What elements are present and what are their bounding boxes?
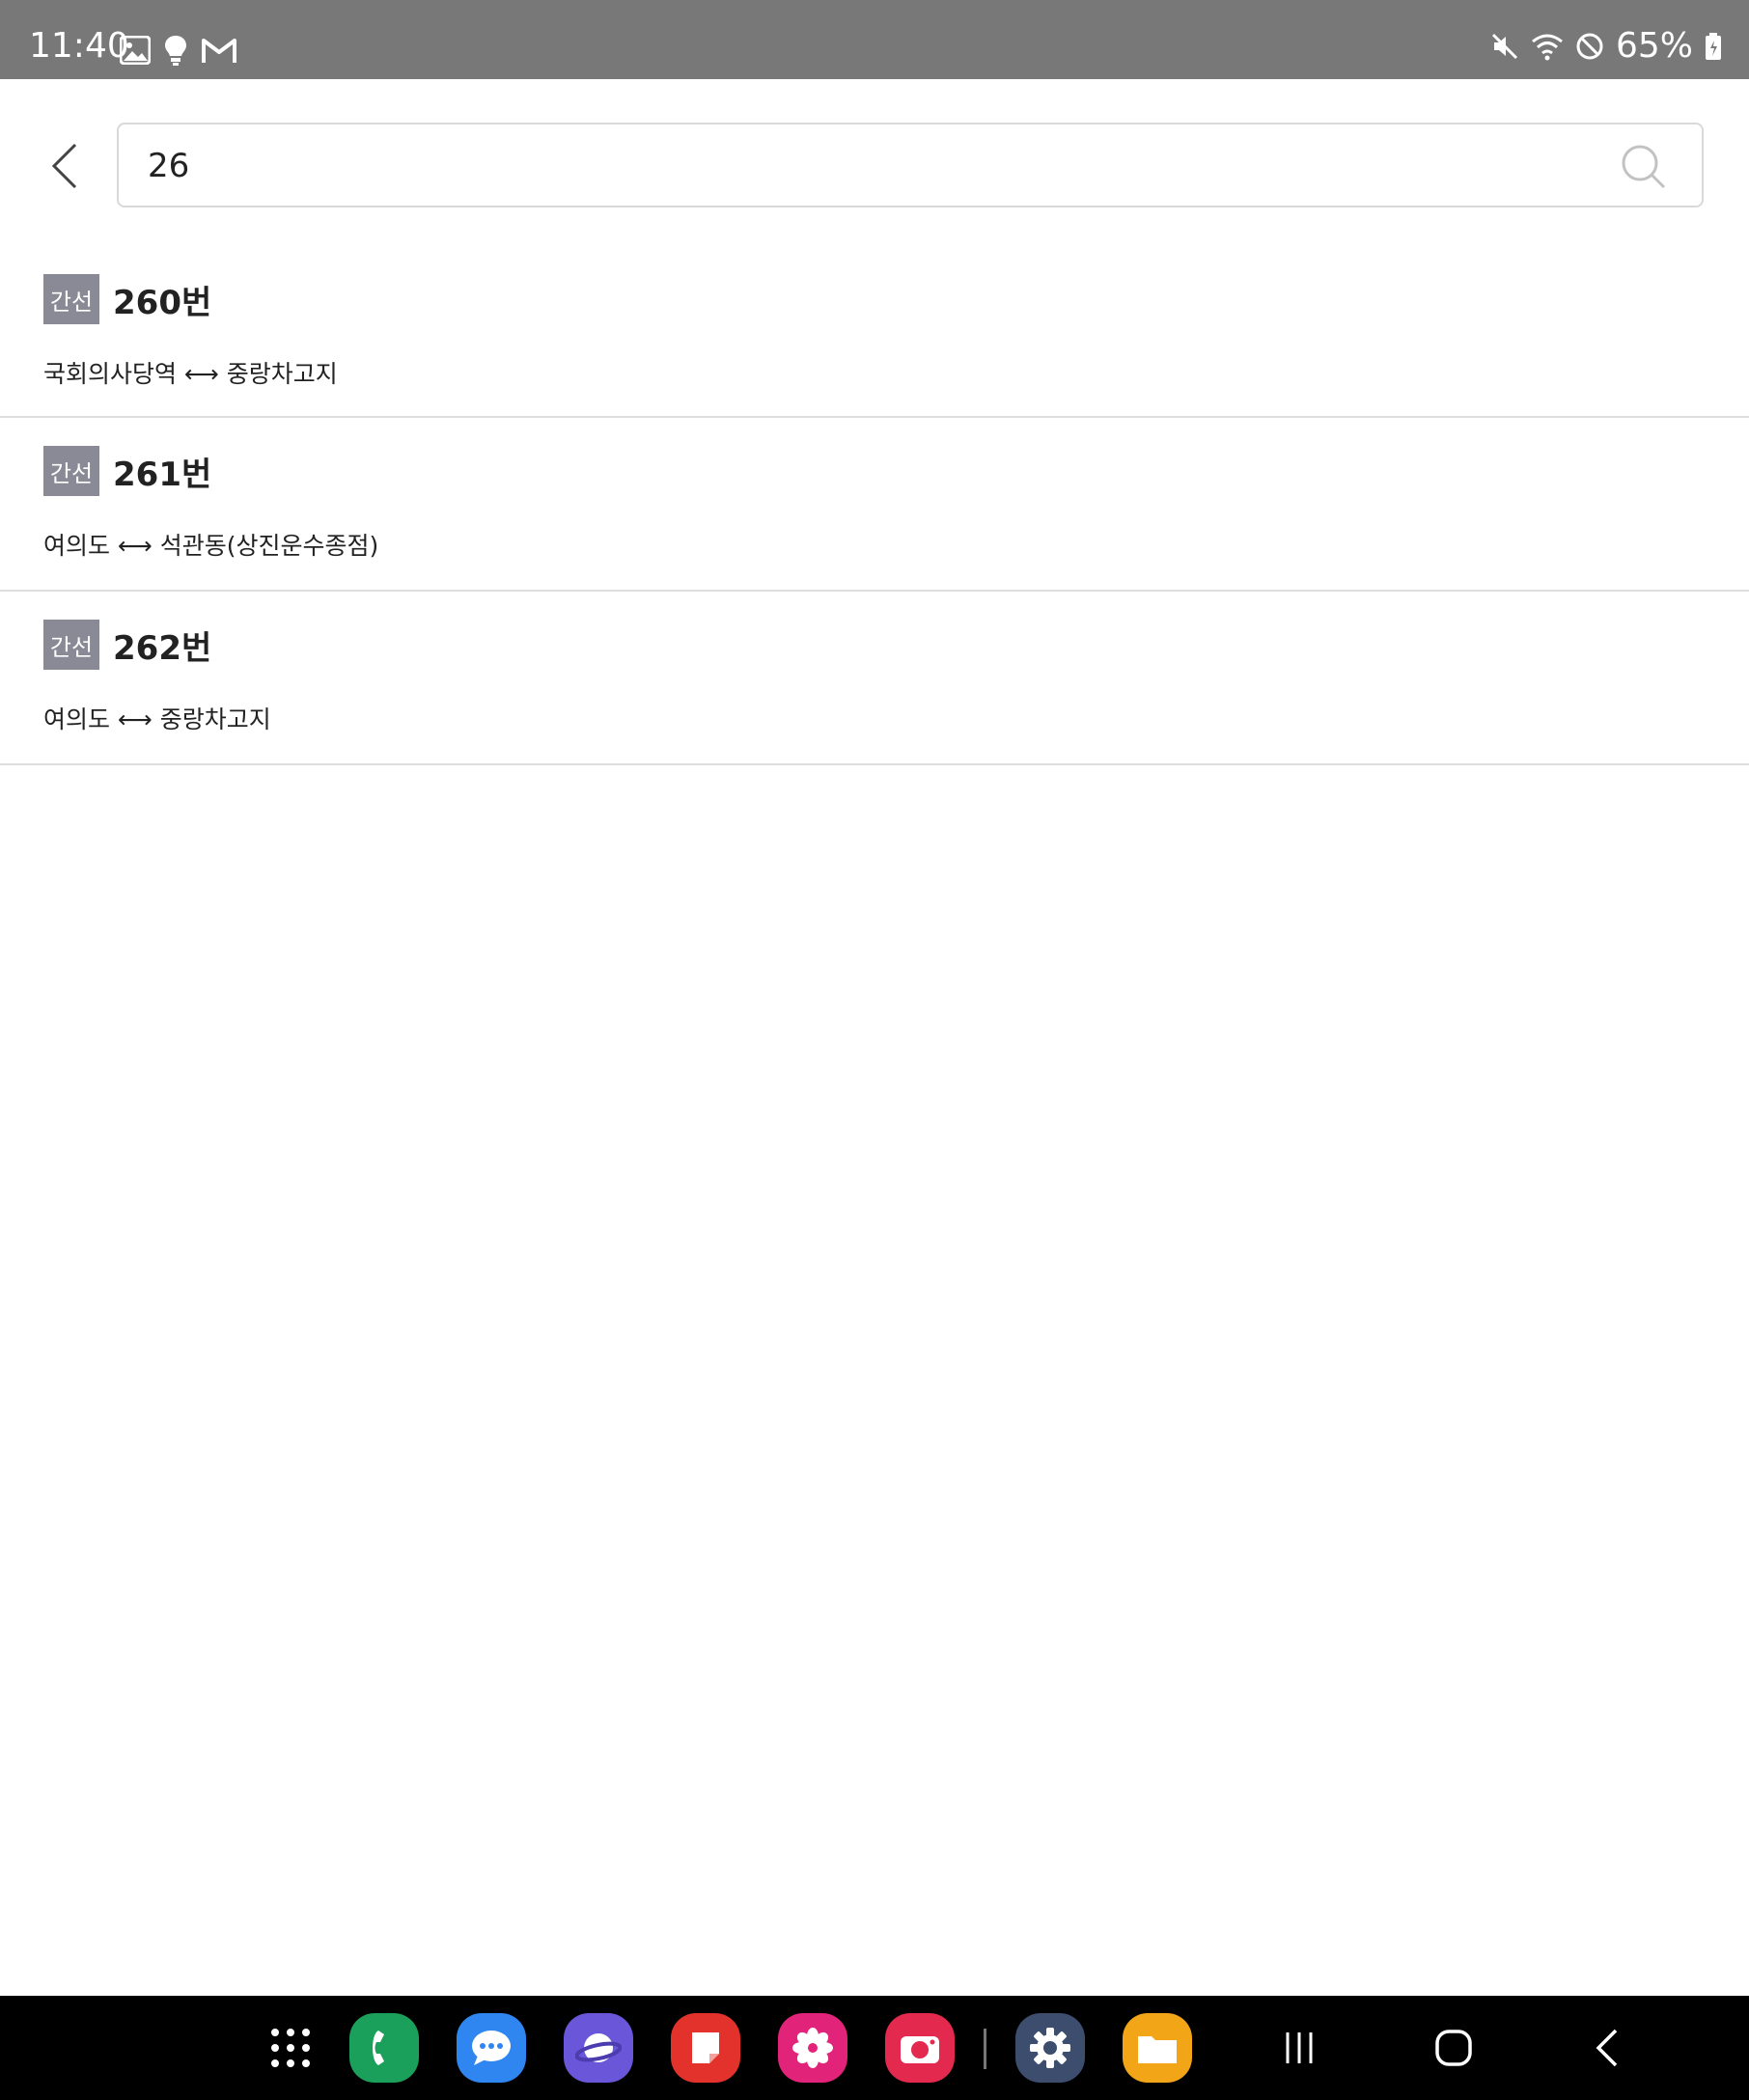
camera-icon[interactable] xyxy=(885,2013,955,2083)
battery-icon xyxy=(1705,32,1722,61)
route-number: 262번 xyxy=(113,628,212,668)
phone-icon[interactable] xyxy=(349,2013,419,2083)
dnd-icon xyxy=(1575,32,1604,61)
search-box xyxy=(117,123,1704,207)
apps-grid-icon[interactable] xyxy=(256,2013,325,2083)
messages-icon[interactable] xyxy=(457,2013,526,2083)
search-icon[interactable] xyxy=(1621,144,1667,190)
mute-icon xyxy=(1490,32,1519,61)
route-path: 국회의사당역 ⟷ 중랑차고지 xyxy=(43,360,338,388)
route-path: 여의도 ⟷ 석관동(상진운수종점) xyxy=(43,532,379,560)
notes-icon[interactable] xyxy=(671,2013,740,2083)
gallery-app-icon[interactable] xyxy=(778,2013,847,2083)
route-type-badge: 간선 xyxy=(43,274,99,324)
route-number: 260번 xyxy=(113,283,212,322)
status-time: 11:40 xyxy=(29,26,129,66)
navigation-bar xyxy=(0,1996,1749,2100)
list-item[interactable]: 간선 260번 국회의사당역 ⟷ 중랑차고지 xyxy=(0,246,1749,418)
home-icon[interactable] xyxy=(1423,2019,1485,2077)
recents-icon[interactable] xyxy=(1268,2019,1330,2077)
battery-percent: 65% xyxy=(1615,26,1693,66)
list-item[interactable]: 간선 262번 여의도 ⟷ 중랑차고지 xyxy=(0,592,1749,765)
files-icon[interactable] xyxy=(1123,2013,1192,2083)
route-number: 261번 xyxy=(113,455,212,494)
back-button[interactable] xyxy=(39,135,93,197)
back-icon[interactable] xyxy=(1577,2019,1639,2077)
settings-icon[interactable] xyxy=(1015,2013,1085,2083)
results-list: 간선 260번 국회의사당역 ⟷ 중랑차고지 간선 261번 여의도 ⟷ 석관동… xyxy=(0,246,1749,765)
status-bar: 11:40 65% xyxy=(0,0,1749,79)
gallery-icon xyxy=(120,36,151,65)
internet-icon[interactable] xyxy=(564,2013,633,2083)
search-input[interactable] xyxy=(148,142,1596,190)
chevron-left-icon xyxy=(51,143,77,189)
bulb-icon xyxy=(164,35,187,66)
route-path: 여의도 ⟷ 중랑차고지 xyxy=(43,705,271,733)
wifi-icon xyxy=(1531,32,1564,61)
list-item[interactable]: 간선 261번 여의도 ⟷ 석관동(상진운수종점) xyxy=(0,418,1749,592)
route-type-badge: 간선 xyxy=(43,446,99,496)
dock-divider xyxy=(984,2029,986,2069)
gmail-icon xyxy=(201,36,237,65)
route-type-badge: 간선 xyxy=(43,620,99,670)
